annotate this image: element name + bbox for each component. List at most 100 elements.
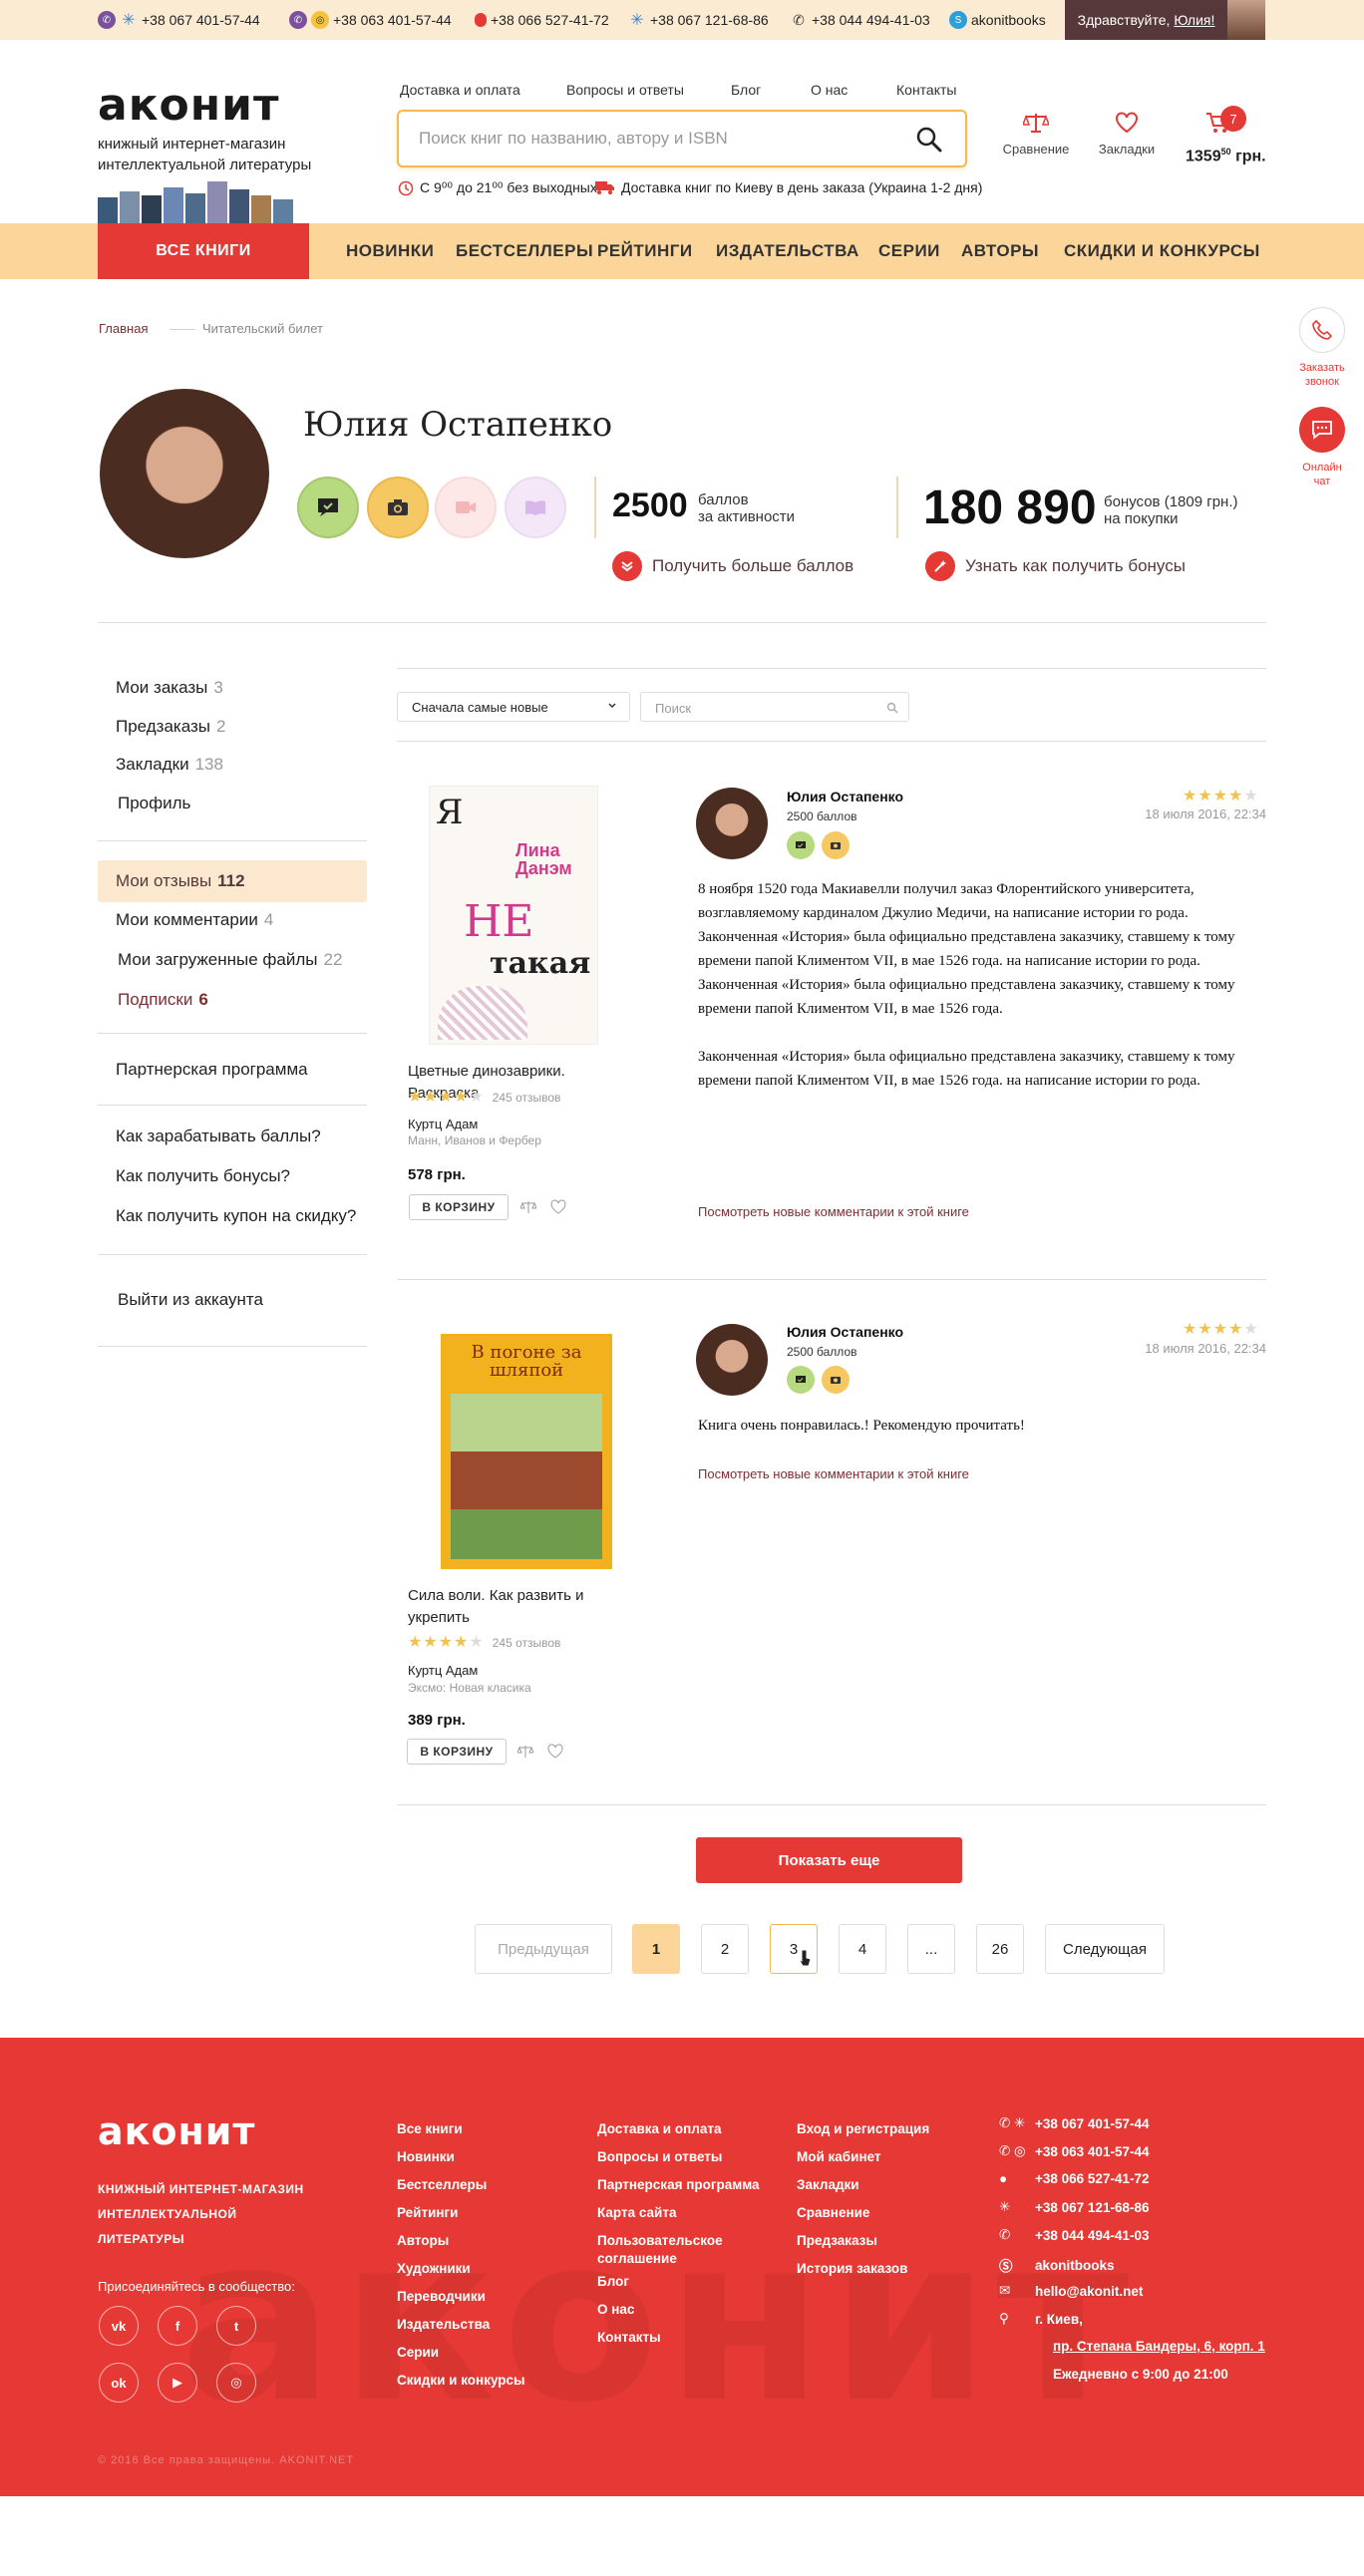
footer-phone[interactable]: ✳ +38 067 121-68-86 <box>999 2199 1149 2215</box>
facebook-icon[interactable]: f <box>158 2306 197 2346</box>
footer-link[interactable]: Скидки и конкурсы <box>397 2367 525 2395</box>
twitter-icon[interactable]: t <box>216 2306 256 2346</box>
site-logo[interactable]: аконит <box>98 80 280 131</box>
menu-earn-points[interactable]: Как зарабатывать баллы? <box>116 1127 321 1146</box>
footer-link[interactable]: Сравнение <box>797 2199 929 2227</box>
nav-contacts[interactable]: Контакты <box>896 82 956 98</box>
footer-phone[interactable]: ● +38 066 527-41-72 <box>999 2171 1149 2186</box>
bookmarks-button[interactable]: Закладки <box>1097 112 1157 157</box>
menu-sales[interactable]: СКИДКИ И КОНКУРСЫ <box>1064 223 1260 279</box>
online-chat-button[interactable]: Онлайн чат <box>1296 407 1348 488</box>
search-input[interactable] <box>419 126 877 152</box>
book-publisher[interactable]: Эксмо: Новая класика <box>408 1681 531 1695</box>
footer-link[interactable]: Контакты <box>597 2324 760 2352</box>
footer-link[interactable]: Пользовательское соглашение <box>597 2227 760 2268</box>
profile-avatar[interactable] <box>100 389 269 558</box>
book-publisher[interactable]: Манн, Иванов и Фербер <box>408 1133 541 1147</box>
nav-blog[interactable]: Блог <box>731 82 761 98</box>
footer-skype[interactable]: Ⓢakonitbooks <box>999 2255 1115 2275</box>
menu-preorders[interactable]: Предзаказы 2 <box>116 717 225 737</box>
footer-street[interactable]: пр. Степана Бандеры, 6, корп. 1 <box>1053 2339 1265 2354</box>
reviewer-name[interactable]: Юлия Остапенко <box>787 789 903 805</box>
avatar[interactable] <box>1227 0 1265 40</box>
heart-icon[interactable] <box>547 1744 563 1760</box>
footer-email[interactable]: ✉ hello@akonit.net <box>999 2283 1143 2299</box>
footer-link[interactable]: Доставка и оплата <box>597 2115 760 2143</box>
topbar-phone-2[interactable]: ✆ ◎ +38 063 401-57-44 <box>289 0 452 40</box>
footer-link[interactable]: Авторы <box>397 2227 525 2255</box>
menu-bookmarks[interactable]: Закладки 138 <box>116 755 223 775</box>
menu-my-orders[interactable]: Мои заказы 3 <box>116 678 223 698</box>
topbar-skype[interactable]: S akonitbooks <box>949 0 1046 40</box>
pagination-page-26[interactable]: 26 <box>976 1924 1024 1974</box>
sort-select[interactable]: Сначала самые новые <box>397 692 630 722</box>
menu-partner-program[interactable]: Партнерская программа <box>116 1060 308 1080</box>
user-greeting[interactable]: Здравствуйте, Юлия! <box>1065 0 1227 40</box>
footer-link[interactable]: Новинки <box>397 2143 525 2171</box>
search-icon[interactable] <box>915 126 943 154</box>
breadcrumb-home[interactable]: Главная <box>99 321 148 336</box>
footer-phone[interactable]: ✆ +38 044 494-41-03 <box>999 2227 1149 2243</box>
menu-subscriptions[interactable]: Подписки 6 <box>118 990 208 1010</box>
menu-ratings[interactable]: РЕЙТИНГИ <box>597 223 693 279</box>
topbar-phone-4[interactable]: ✳ +38 067 121-68-86 <box>628 0 768 40</box>
footer-link[interactable]: Карта сайта <box>597 2199 760 2227</box>
footer-link[interactable]: Художники <box>397 2255 525 2283</box>
footer-link[interactable]: Вход и регистрация <box>797 2115 929 2143</box>
footer-link[interactable]: Закладки <box>797 2171 929 2199</box>
footer-logo[interactable]: аконит <box>98 2109 255 2153</box>
logout-link[interactable]: Выйти из аккаунта <box>118 1290 263 1310</box>
menu-publishers[interactable]: ИЗДАТЕЛЬСТВА <box>716 223 859 279</box>
book-title[interactable]: Сила воли. Как развить и укрепить <box>408 1585 607 1629</box>
youtube-icon[interactable]: ▶ <box>158 2363 197 2403</box>
vk-icon[interactable]: vk <box>99 2306 139 2346</box>
reviewer-avatar[interactable] <box>696 788 768 859</box>
reviewer-name[interactable]: Юлия Остапенко <box>787 1324 903 1340</box>
footer-link[interactable]: Мой кабинет <box>797 2143 929 2171</box>
footer-link[interactable]: Блог <box>597 2268 760 2296</box>
scales-icon[interactable] <box>520 1199 536 1215</box>
footer-link[interactable]: Партнерская программа <box>597 2171 760 2199</box>
footer-link[interactable]: Серии <box>397 2339 525 2367</box>
footer-link[interactable]: О нас <box>597 2296 760 2324</box>
view-comments-link[interactable]: Посмотреть новые комментарии к этой книг… <box>698 1204 969 1219</box>
footer-link[interactable]: Переводчики <box>397 2283 525 2311</box>
search-icon[interactable] <box>886 702 898 714</box>
pagination-page-2[interactable]: 2 <box>701 1924 749 1974</box>
menu-my-files[interactable]: Мои загруженные файлы 22 <box>118 950 342 970</box>
odnoklassniki-icon[interactable]: ok <box>99 2363 139 2403</box>
menu-series[interactable]: СЕРИИ <box>878 223 940 279</box>
pagination-page-4[interactable]: 4 <box>839 1924 886 1974</box>
footer-link[interactable]: Все книги <box>397 2115 525 2143</box>
menu-profile[interactable]: Профиль <box>118 794 190 813</box>
pagination-next[interactable]: Следующая <box>1045 1924 1165 1974</box>
order-call-button[interactable]: Заказать звонок <box>1296 307 1348 389</box>
menu-new[interactable]: НОВИНКИ <box>346 223 434 279</box>
book-cover[interactable]: В погоне за шляпой <box>441 1334 612 1569</box>
menu-bestsellers[interactable]: БЕСТСЕЛЛЕРЫ <box>456 223 593 279</box>
add-to-cart-button[interactable]: В КОРЗИНУ <box>407 1739 507 1765</box>
compare-button[interactable]: Сравнение <box>1001 112 1071 157</box>
topbar-phone-3[interactable]: +38 066 527-41-72 <box>475 0 609 40</box>
footer-link[interactable]: Рейтинги <box>397 2199 525 2227</box>
reviews-search-input[interactable] <box>655 698 874 718</box>
view-comments-link[interactable]: Посмотреть новые комментарии к этой книг… <box>698 1466 969 1481</box>
add-to-cart-button[interactable]: В КОРЗИНУ <box>409 1194 509 1220</box>
get-more-points-link[interactable]: Получить больше баллов <box>612 551 853 581</box>
instagram-icon[interactable]: ◎ <box>216 2363 256 2403</box>
menu-my-reviews[interactable]: Мои отзывы 112 <box>116 871 245 891</box>
nav-delivery[interactable]: Доставка и оплата <box>400 82 520 98</box>
book-author[interactable]: Куртц Адам <box>408 1117 478 1131</box>
scales-icon[interactable] <box>517 1744 533 1760</box>
reviewer-avatar[interactable] <box>696 1324 768 1396</box>
menu-authors[interactable]: АВТОРЫ <box>961 223 1039 279</box>
topbar-phone-5[interactable]: ✆ +38 044 494-41-03 <box>790 0 930 40</box>
menu-get-bonus[interactable]: Как получить бонусы? <box>116 1166 290 1186</box>
pagination-page-1[interactable]: 1 <box>632 1924 680 1974</box>
pagination-prev[interactable]: Предыдущая <box>475 1924 612 1974</box>
footer-link[interactable]: История заказов <box>797 2255 929 2283</box>
topbar-phone-1[interactable]: ✆ ✳ +38 067 401-57-44 <box>98 0 260 40</box>
heart-icon[interactable] <box>550 1199 566 1215</box>
all-books-button[interactable]: ВСЕ КНИГИ <box>98 223 309 279</box>
book-cover[interactable]: Я Лина Данэм НЕ такая <box>429 786 598 1045</box>
